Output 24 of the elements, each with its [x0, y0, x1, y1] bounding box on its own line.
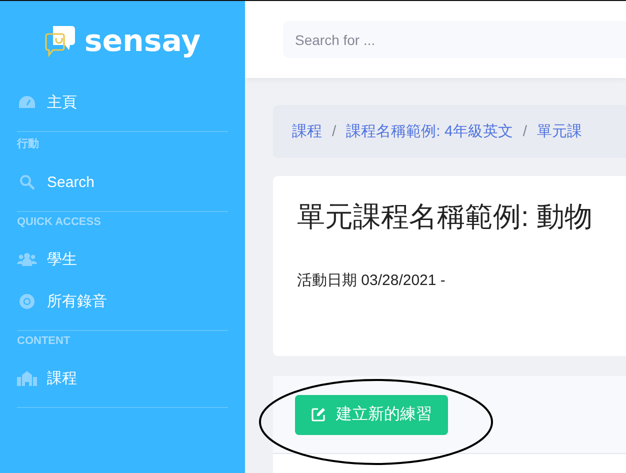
page-title: 單元課程名稱範例: 動物: [297, 200, 594, 234]
logo-text: sensay: [84, 24, 201, 58]
school-icon: [17, 370, 37, 386]
search-icon: [17, 174, 37, 190]
nav-item[interactable]: Search: [17, 161, 228, 203]
breadcrumb-separator: /: [522, 123, 528, 140]
section-heading: QUICK ACCESS: [17, 216, 102, 228]
nav-item[interactable]: 所有錄音: [17, 280, 228, 322]
nav-item[interactable]: 課程: [17, 357, 228, 399]
breadcrumb-separator: /: [332, 123, 336, 140]
edit-icon: [311, 407, 326, 422]
gauge-icon: [17, 95, 37, 109]
nav-item[interactable]: 主頁: [17, 81, 228, 123]
breadcrumb-link[interactable]: 單元課: [537, 122, 582, 141]
breadcrumb-link[interactable]: 課程: [292, 122, 322, 141]
section-heading: CONTENT: [17, 335, 72, 347]
activity-date: 活動日期 03/28/2021 -: [297, 271, 446, 290]
disc-icon: [17, 294, 37, 308]
nav-item[interactable]: 學生: [17, 238, 228, 280]
create-exercise-button[interactable]: 建立新的練習: [295, 394, 448, 434]
users-icon: [17, 252, 37, 266]
search-field[interactable]: Search for ...: [283, 21, 626, 58]
section-heading: 行動: [17, 137, 40, 151]
breadcrumb-link[interactable]: 課程名稱範例: 4年級英文: [346, 122, 513, 141]
